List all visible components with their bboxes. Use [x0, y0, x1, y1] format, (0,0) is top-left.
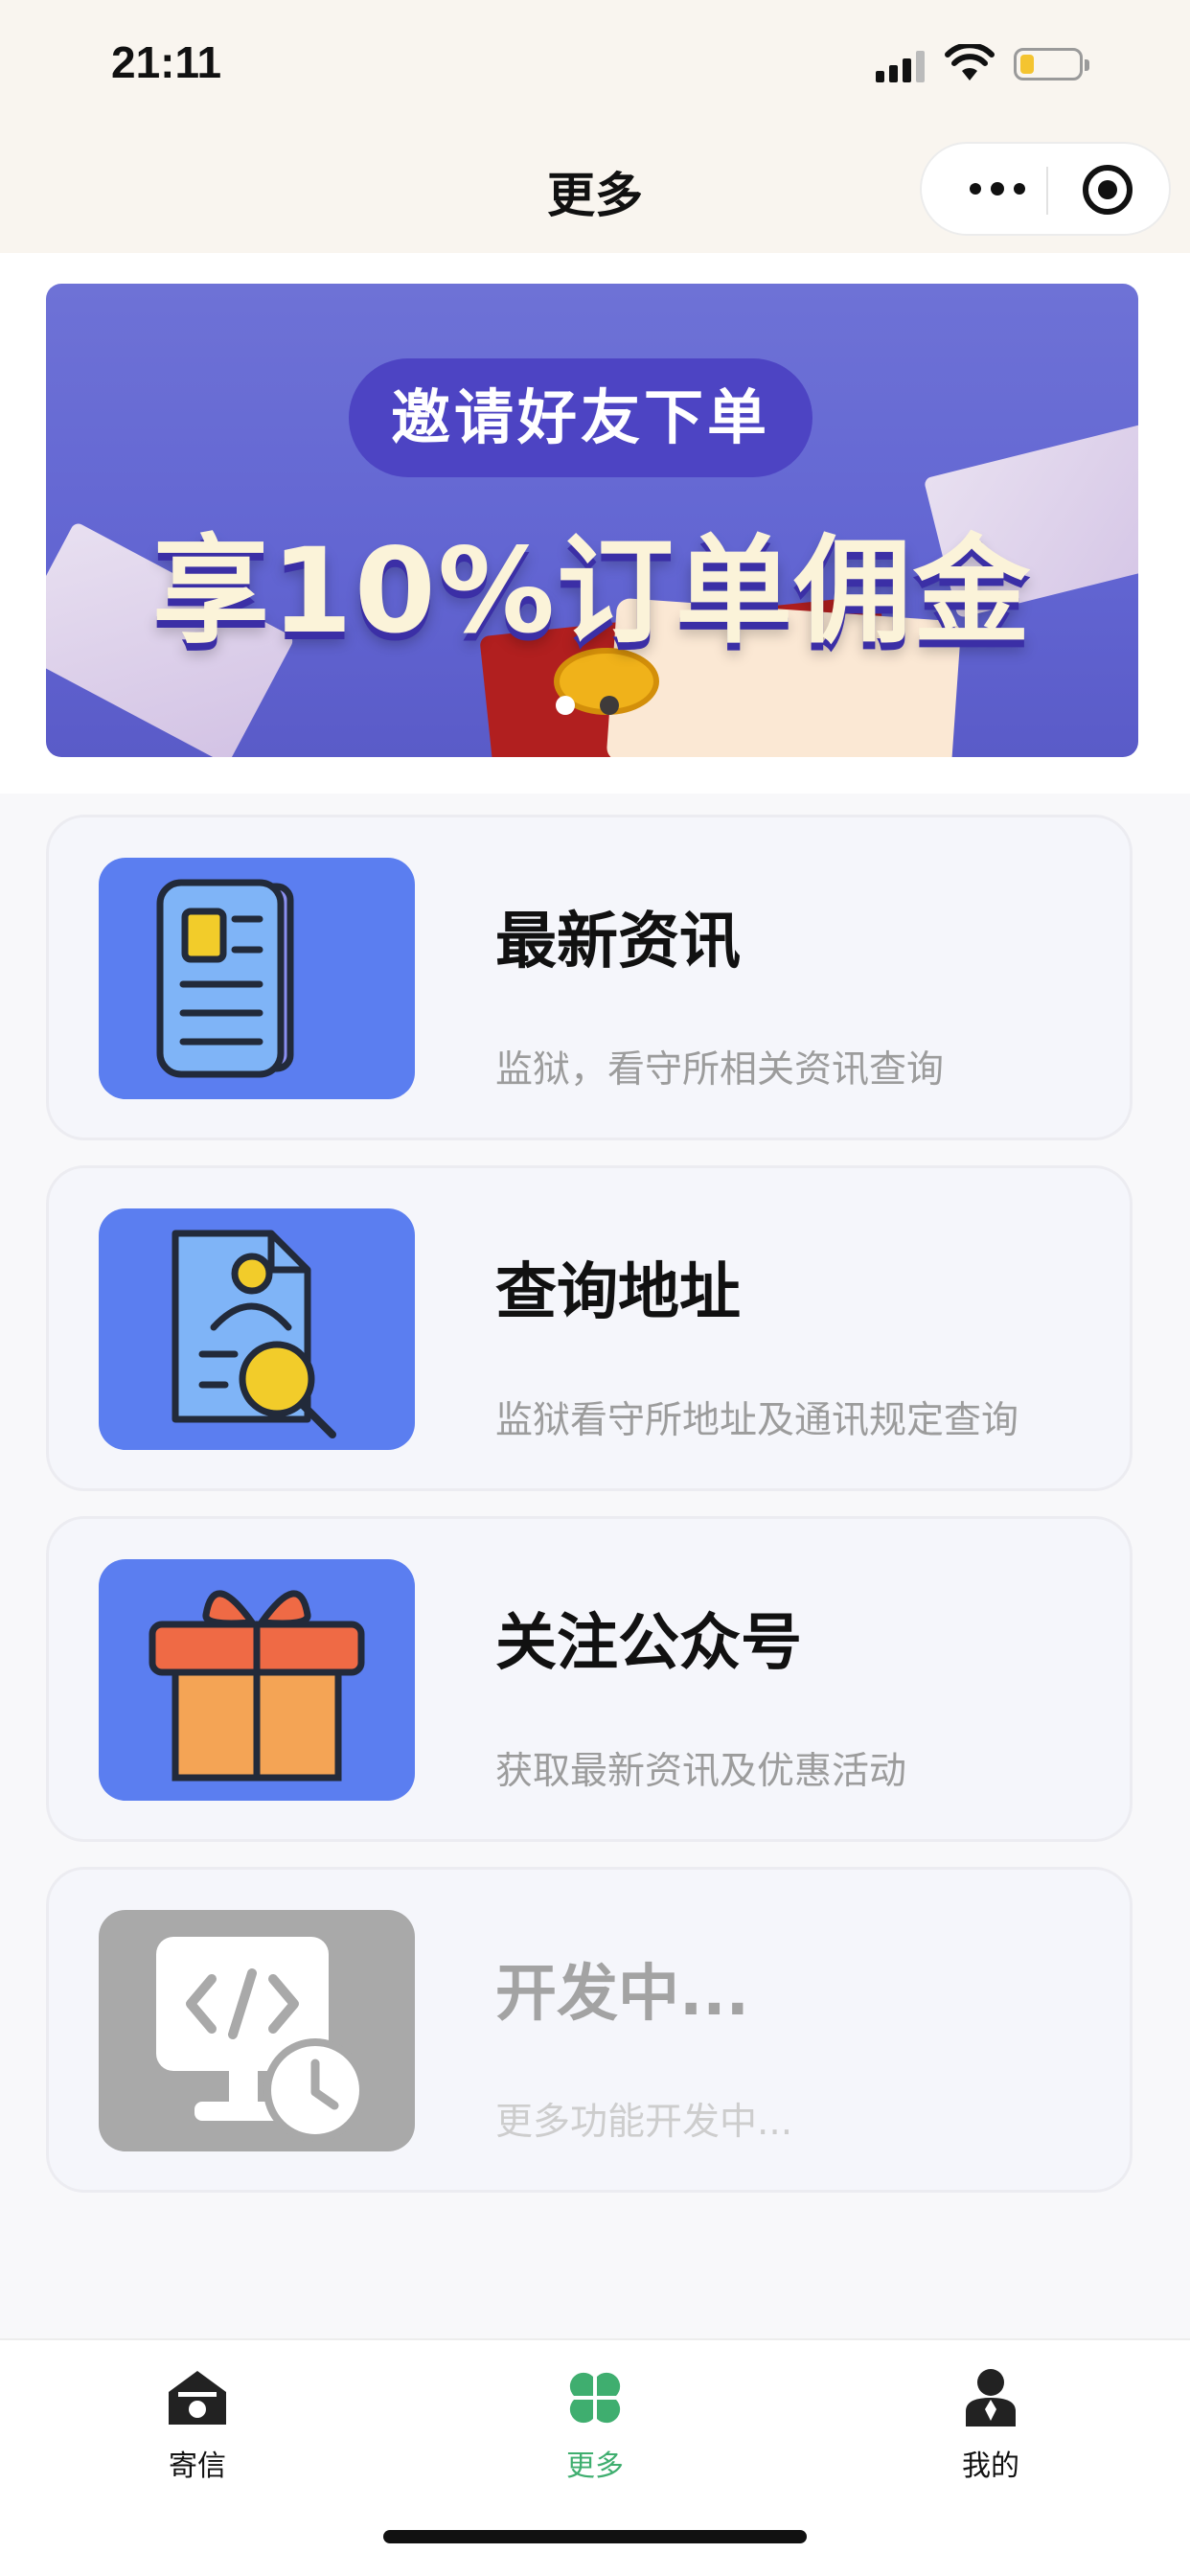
card-latest-news[interactable]: 最新资讯 监狱，看守所相关资讯查询: [46, 815, 1133, 1140]
tab-mine[interactable]: 我的: [895, 2354, 1087, 2497]
newspaper-icon: [99, 858, 415, 1099]
signal-icon: [876, 50, 926, 82]
wifi-icon: [945, 44, 995, 80]
banner-headline: 享10%订单佣金: [151, 523, 1032, 659]
card-title: 开发中...: [495, 1959, 749, 2030]
card-in-development[interactable]: 开发中... 更多功能开发中...: [46, 1867, 1133, 2193]
capsule-divider: [1046, 167, 1048, 215]
tab-send-letter[interactable]: 寄信: [102, 2354, 293, 2497]
battery-icon: [1014, 48, 1089, 80]
card-title: 关注公众号: [495, 1608, 802, 1679]
card-title: 查询地址: [495, 1257, 741, 1328]
card-subtitle: 监狱，看守所相关资讯查询: [495, 1048, 945, 1092]
banner-section: 邀请好友下单 享10%订单佣金: [0, 253, 1190, 794]
close-miniprogram-icon[interactable]: [1083, 165, 1133, 215]
carousel-dots: [556, 696, 644, 715]
promo-banner[interactable]: 邀请好友下单 享10%订单佣金: [46, 284, 1138, 757]
code-clock-icon: [99, 1910, 415, 2151]
gift-box-icon: [99, 1559, 415, 1801]
person-icon: [966, 2369, 1016, 2426]
top-bar: 21:11 更多: [0, 0, 1190, 253]
status-time: 21:11: [111, 37, 222, 87]
tab-label: 寄信: [169, 2450, 226, 2483]
tab-label: 更多: [566, 2450, 624, 2483]
house-icon: [169, 2371, 226, 2425]
document-search-icon: [99, 1208, 415, 1450]
tab-more[interactable]: 更多: [499, 2354, 691, 2497]
carousel-dot[interactable]: [600, 696, 619, 715]
home-indicator: [383, 2530, 807, 2543]
card-subtitle: 获取最新资讯及优惠活动: [495, 1750, 907, 1793]
card-subtitle: 监狱看守所地址及通讯规定查询: [495, 1399, 1019, 1442]
card-follow-account[interactable]: 关注公众号 获取最新资讯及优惠活动: [46, 1516, 1133, 1842]
card-address-lookup[interactable]: 查询地址 监狱看守所地址及通讯规定查询: [46, 1165, 1133, 1491]
miniprogram-capsule: [920, 142, 1171, 236]
carousel-dot[interactable]: [556, 696, 575, 715]
card-title: 最新资讯: [495, 907, 741, 978]
banner-pill-text: 邀请好友下单: [349, 358, 812, 477]
card-subtitle: 更多功能开发中...: [495, 2101, 793, 2144]
tab-label: 我的: [962, 2450, 1019, 2483]
clover-icon: [569, 2372, 621, 2424]
more-icon[interactable]: [960, 144, 1033, 234]
